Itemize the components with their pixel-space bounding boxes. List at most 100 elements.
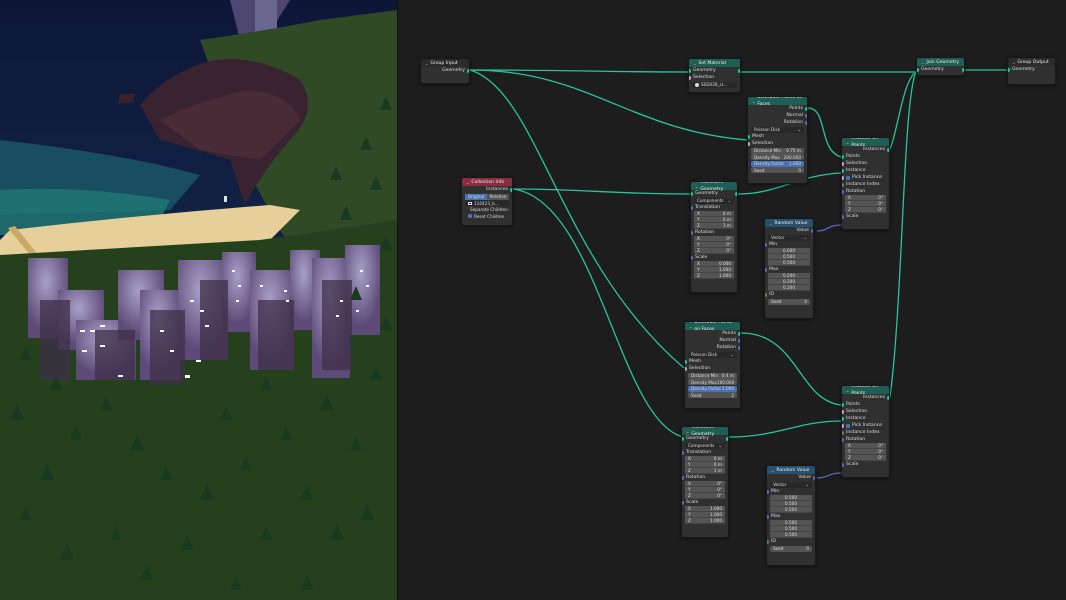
instance-index-socket[interactable] <box>842 182 844 187</box>
value-output-socket[interactable] <box>813 475 815 480</box>
translation-input-socket[interactable] <box>682 450 684 455</box>
checkbox-icon <box>846 423 850 428</box>
scale-z-field[interactable]: Z 1.000 <box>694 273 734 279</box>
scale-input-socket[interactable] <box>691 255 693 260</box>
geometry-input-socket[interactable] <box>1008 67 1010 72</box>
node-instance-on-points-1[interactable]: ⌄ Instance on Points Instances Points Sel… <box>841 137 890 230</box>
socket-row-selection: Selection <box>689 74 740 81</box>
3d-viewport[interactable] <box>0 0 397 600</box>
instances-output-socket[interactable] <box>510 187 512 192</box>
selection-input-socket[interactable] <box>842 161 844 166</box>
node-distribute-points-1[interactable]: ⌄ Distribute Points on Faces Points Norma… <box>747 96 808 184</box>
max-input-socket[interactable] <box>765 267 767 272</box>
socket-row-geometry: Geometry <box>917 66 964 73</box>
translation-input-socket[interactable] <box>691 205 693 210</box>
chevron-down-icon[interactable]: ⌄ <box>686 428 689 435</box>
rotation-output-socket[interactable] <box>738 345 740 350</box>
geometry-output-socket[interactable] <box>735 191 737 196</box>
chevron-down-icon[interactable]: ⌄ <box>769 220 772 227</box>
max-input-socket[interactable] <box>767 514 769 519</box>
chevron-down-icon[interactable]: ⌄ <box>921 59 924 66</box>
geometry-output-socket[interactable] <box>726 436 728 441</box>
distribute-method-dropdown[interactable]: Poisson Disk ⌄ <box>688 351 737 358</box>
points-input-socket[interactable] <box>842 402 844 407</box>
data-type-dropdown[interactable]: Vector ⌄ <box>768 234 810 241</box>
node-set-material[interactable]: ⌄ Set Material Geometry Selection SSD428_… <box>688 58 741 93</box>
transform-mode-dropdown[interactable]: Components ⌄ <box>685 442 725 449</box>
node-distribute-points-2[interactable]: ⌄ Distribute Points on Faces Points Norma… <box>684 321 741 409</box>
pick-instance-socket[interactable] <box>842 423 844 428</box>
chevron-down-icon[interactable]: ⌄ <box>689 323 692 330</box>
min-input-socket[interactable] <box>767 489 769 494</box>
geometry-output-socket[interactable] <box>962 67 964 72</box>
node-transform-geometry-2[interactable]: ⌄ Transform Geometry Geometry Components ⌄… <box>681 426 729 538</box>
geometry-input-socket[interactable] <box>917 67 919 72</box>
scale-input-socket[interactable] <box>682 500 684 505</box>
node-random-value-1[interactable]: ⌄ Random Value Value Vector ⌄ Min 0.000 0.… <box>764 218 814 319</box>
geometry-input-socket[interactable] <box>682 436 684 441</box>
mesh-input-socket[interactable] <box>748 134 750 139</box>
scale-input-socket[interactable] <box>842 214 844 219</box>
scale-input-socket[interactable] <box>842 462 844 467</box>
rotation-output-socket[interactable] <box>805 120 807 125</box>
instances-output-socket[interactable] <box>887 395 889 400</box>
rotation-input-socket[interactable] <box>842 189 844 194</box>
chevron-down-icon[interactable]: ⌄ <box>752 98 755 105</box>
selection-input-socket[interactable] <box>748 141 750 146</box>
normal-output-socket[interactable] <box>805 113 807 118</box>
rotation-input-socket[interactable] <box>842 437 844 442</box>
node-group-output[interactable]: ⌄ Group Output Geometry <box>1007 57 1056 85</box>
material-selector[interactable]: SSD428_cl... <box>692 81 737 88</box>
node-group-input[interactable]: ⌄ Group Input Geometry <box>420 58 470 84</box>
chevron-down-icon[interactable]: ⌄ <box>771 467 774 474</box>
chevron-down-icon[interactable]: ⌄ <box>693 60 696 67</box>
value-output-socket[interactable] <box>811 228 813 233</box>
normal-output-socket[interactable] <box>738 338 740 343</box>
instance-index-socket[interactable] <box>842 430 844 435</box>
data-type-dropdown[interactable]: Vector ⌄ <box>770 481 812 488</box>
transform-mode-dropdown[interactable]: Components ⌄ <box>694 197 734 204</box>
id-input-socket[interactable] <box>767 539 769 544</box>
node-transform-geometry-1[interactable]: ⌄ Transform Geometry Geometry Components ⌄… <box>690 181 738 293</box>
chevron-down-icon[interactable]: ⌄ <box>425 60 428 67</box>
scale-z-field[interactable]: Z 1.000 <box>685 518 725 524</box>
pick-instance-checkbox[interactable]: Pick Instance <box>842 174 889 181</box>
chevron-down-icon[interactable]: ⌄ <box>466 179 469 186</box>
pick-instance-socket[interactable] <box>842 175 844 180</box>
geometry-output-socket[interactable] <box>467 68 469 73</box>
selection-input-socket[interactable] <box>842 409 844 414</box>
selection-input-socket[interactable] <box>685 366 687 371</box>
distribute-method-dropdown[interactable]: Poisson Disk ⌄ <box>751 126 804 133</box>
chevron-down-icon[interactable]: ⌄ <box>846 387 849 394</box>
rotation-input-socket[interactable] <box>682 475 684 480</box>
node-join-geometry[interactable]: ⌄ Join Geometry Geometry <box>916 57 965 76</box>
chevron-down-icon[interactable]: ⌄ <box>695 183 698 190</box>
node-editor[interactable]: ⌄ Group Input Geometry ⌄ Set Material Geom… <box>397 0 1066 600</box>
mesh-input-socket[interactable] <box>685 359 687 364</box>
min-input-socket[interactable] <box>765 242 767 247</box>
geometry-output-socket[interactable] <box>738 68 740 73</box>
instances-output-socket[interactable] <box>887 147 889 152</box>
instance-input-socket[interactable] <box>842 168 844 173</box>
chevron-down-icon[interactable]: ⌄ <box>1012 59 1015 66</box>
seed-field[interactable]: Seed 0 <box>770 545 812 552</box>
seed-field[interactable]: Seed 0 <box>768 298 810 305</box>
node-collection-info[interactable]: ⌄ Collection Info Instances Original Relat… <box>461 177 513 226</box>
node-instance-on-points-2[interactable]: ⌄ Instance on Points Instances Points Sel… <box>841 385 890 478</box>
node-random-value-2[interactable]: ⌄ Random Value Value Vector ⌄ Min 0.500 0.… <box>766 465 816 566</box>
seed-field[interactable]: Seed 2 <box>688 392 737 398</box>
id-input-socket[interactable] <box>765 292 767 297</box>
points-output-socket[interactable] <box>738 331 740 336</box>
seed-field[interactable]: Seed 0 <box>751 167 804 173</box>
geometry-input-socket[interactable] <box>689 68 691 73</box>
reset-children-checkbox[interactable]: Reset Children <box>465 213 509 219</box>
points-output-socket[interactable] <box>805 106 807 111</box>
pick-instance-checkbox[interactable]: Pick Instance <box>842 422 889 429</box>
field-label: Seed <box>691 392 702 398</box>
points-input-socket[interactable] <box>842 154 844 159</box>
instance-input-socket[interactable] <box>842 416 844 421</box>
selection-input-socket[interactable] <box>689 75 691 80</box>
geometry-input-socket[interactable] <box>691 191 693 196</box>
chevron-down-icon[interactable]: ⌄ <box>846 139 849 146</box>
rotation-input-socket[interactable] <box>691 230 693 235</box>
